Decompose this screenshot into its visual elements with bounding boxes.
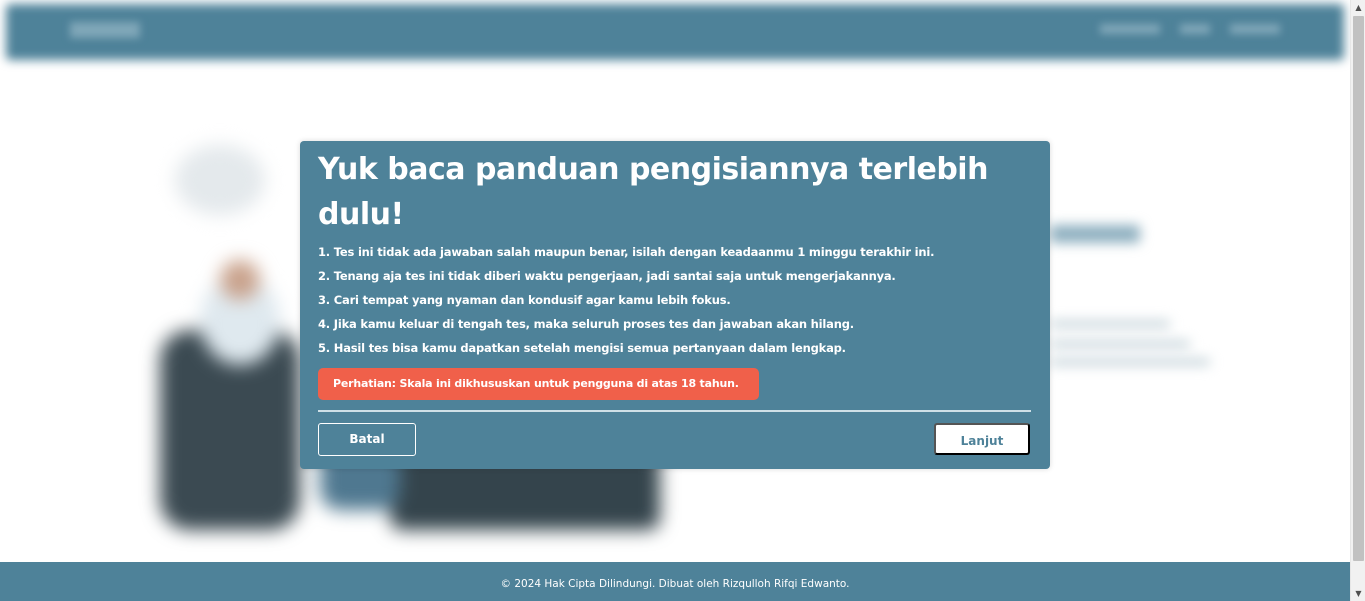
scroll-down-arrow-icon[interactable]: ▼ — [1351, 586, 1365, 601]
cancel-button[interactable]: Batal — [318, 423, 416, 456]
footer-copyright: © 2024 Hak Cipta Dilindungi. Dibuat oleh… — [500, 578, 850, 590]
background-logo — [70, 22, 140, 38]
age-warning-badge: Perhatian: Skala ini dikhususkan untuk p… — [318, 368, 759, 400]
guide-item: 2. Tenang aja tes ini tidak diberi waktu… — [318, 269, 896, 283]
background-nav-link — [1180, 24, 1210, 34]
background-paragraph — [1050, 358, 1210, 366]
guide-item: 5. Hasil tes bisa kamu dapatkan setelah … — [318, 341, 846, 355]
guide-list: 1. Tes ini tidak ada jawaban salah maupu… — [318, 240, 1033, 360]
scrollbar-thumb[interactable] — [1353, 16, 1364, 561]
guide-item: 1. Tes ini tidak ada jawaban salah maupu… — [318, 245, 935, 259]
footer: © 2024 Hak Cipta Dilindungi. Dibuat oleh… — [0, 562, 1350, 601]
modal-title: Yuk baca panduan pengisiannya terlebih d… — [318, 152, 988, 232]
background-nav-link — [1100, 24, 1160, 34]
guide-item: 4. Jika kamu keluar di tengah tes, maka … — [318, 317, 854, 331]
modal-divider — [318, 410, 1031, 412]
guide-modal: Yuk baca panduan pengisiannya terlebih d… — [300, 141, 1050, 469]
background-paragraph — [1050, 340, 1190, 348]
background-heading — [1050, 225, 1140, 243]
background-nav-link — [1230, 24, 1280, 34]
scroll-up-arrow-icon[interactable]: ▲ — [1351, 0, 1365, 15]
background-paragraph — [1050, 320, 1170, 328]
page-scrollbar[interactable]: ▲ ▼ — [1350, 0, 1365, 601]
next-button[interactable]: Lanjut — [934, 423, 1030, 455]
page: © 2024 Hak Cipta Dilindungi. Dibuat oleh… — [0, 0, 1365, 601]
guide-item: 3. Cari tempat yang nyaman dan kondusif … — [318, 293, 731, 307]
